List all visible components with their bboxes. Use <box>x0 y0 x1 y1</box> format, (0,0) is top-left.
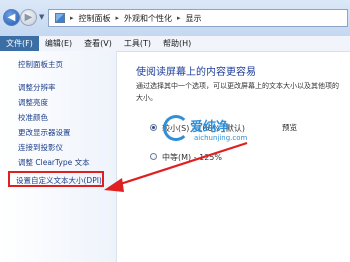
preview-label: 预览 <box>282 123 297 132</box>
menu-file[interactable]: 文件(F) <box>0 36 39 51</box>
control-panel-icon <box>55 13 65 23</box>
page-title: 使阅读屏幕上的内容更容易 <box>136 67 256 78</box>
forward-arrow-icon: ▶ <box>24 11 33 23</box>
menu-tools[interactable]: 工具(T) <box>118 36 157 51</box>
back-button[interactable]: ◀ <box>3 9 20 26</box>
sidebar-item-control-panel-home[interactable]: 控制面板主页 <box>18 59 63 70</box>
breadcrumb-separator-icon[interactable]: ▸ <box>177 14 181 22</box>
sidebar-item-change-display-settings[interactable]: 更改显示器设置 <box>18 127 71 138</box>
highlight-box <box>8 171 104 187</box>
sidebar-item-cleartype[interactable]: 调整 ClearType 文本 <box>18 157 90 168</box>
recent-pages-dropdown-icon[interactable]: ▼ <box>39 13 44 21</box>
back-arrow-icon: ◀ <box>7 11 16 23</box>
page-description: 通过选择其中一个选项，可以更改屏幕上的文本大小以及其他项的大小。 <box>136 82 339 102</box>
watermark-text: 爱纯净 <box>190 120 230 135</box>
breadcrumb-separator-icon[interactable]: ▸ <box>70 14 74 22</box>
address-bar: ◀ ▶ ▼ ▸ 控制面板 ▸ 外观和个性化 ▸ 显示 <box>0 0 350 37</box>
sidebar-item-calibrate-color[interactable]: 校准颜色 <box>18 112 48 123</box>
option-small-radio[interactable] <box>150 124 157 131</box>
breadcrumb[interactable]: ▸ 控制面板 ▸ 外观和个性化 ▸ 显示 <box>48 9 348 27</box>
menu-edit[interactable]: 编辑(E) <box>39 36 78 51</box>
sidebar-item-connect-projector[interactable]: 连接到投影仪 <box>18 142 63 153</box>
breadcrumb-item-display[interactable]: 显示 <box>186 13 202 24</box>
menu-bar: 文件(F) 编辑(E) 查看(V) 工具(T) 帮助(H) <box>0 36 350 52</box>
sidebar-item-adjust-brightness[interactable]: 调整亮度 <box>18 97 48 108</box>
menu-help[interactable]: 帮助(H) <box>157 36 197 51</box>
breadcrumb-item-control-panel[interactable]: 控制面板 <box>79 13 111 24</box>
annotation-arrow-icon <box>104 141 248 192</box>
forward-button[interactable]: ▶ <box>20 9 37 26</box>
menu-view[interactable]: 查看(V) <box>78 36 118 51</box>
breadcrumb-item-appearance[interactable]: 外观和个性化 <box>124 13 172 24</box>
breadcrumb-separator-icon[interactable]: ▸ <box>116 14 120 22</box>
watermark-logo-icon <box>163 115 189 141</box>
sidebar-item-adjust-resolution[interactable]: 调整分辨率 <box>18 82 56 93</box>
